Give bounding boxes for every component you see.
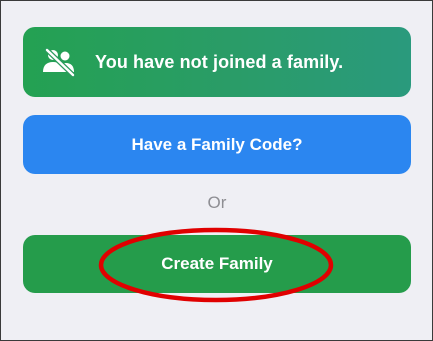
- create-family-button[interactable]: Create Family: [23, 235, 411, 293]
- or-separator: Or: [207, 193, 227, 212]
- family-screen: You have not joined a family. Have a Fam…: [0, 0, 433, 341]
- family-code-button[interactable]: Have a Family Code?: [23, 115, 411, 174]
- banner-message: You have not joined a family.: [95, 51, 344, 72]
- no-family-banner: You have not joined a family.: [23, 27, 411, 97]
- people-slash-icon: [41, 47, 77, 77]
